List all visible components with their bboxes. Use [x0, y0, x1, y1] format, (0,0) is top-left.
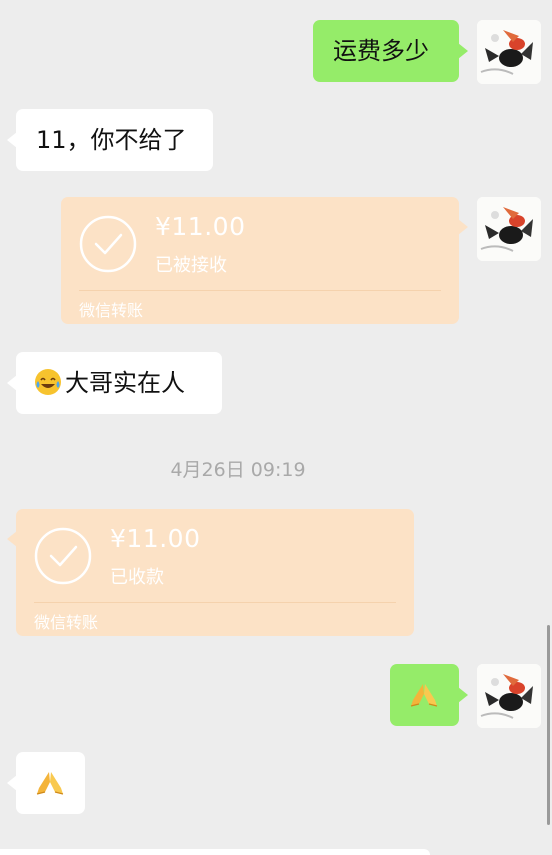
chat-bubble-received[interactable] [7, 752, 85, 814]
transfer-status: 已收款 [110, 567, 164, 588]
timestamp: 4月26日 09:19 [170, 459, 306, 481]
message-text: 大哥实在人 [65, 369, 185, 397]
goldfish-painting-icon [477, 664, 541, 728]
transfer-amount: ¥11.00 [110, 524, 201, 553]
scrollbar[interactable] [547, 625, 550, 825]
transfer-card[interactable]: ¥11.00 已被接收 微信转账 [61, 197, 468, 324]
folded-hands-icon [36, 772, 64, 795]
divider [34, 602, 396, 603]
input-bar-edge [0, 849, 430, 855]
check-circle-icon [79, 215, 137, 273]
avatar[interactable] [477, 197, 541, 261]
check-circle-icon [34, 527, 92, 585]
laughing-crying-face-icon [35, 369, 61, 395]
folded-hands-icon [410, 684, 438, 707]
divider [79, 290, 441, 291]
avatar[interactable] [477, 664, 541, 728]
transfer-status: 已被接收 [155, 255, 227, 276]
goldfish-painting-icon [477, 197, 541, 261]
chat-bubble-sent[interactable]: 运费多少 [313, 20, 468, 82]
chat-bubble-sent[interactable] [390, 664, 468, 726]
chat-bubble-received[interactable]: 大哥实在人 [7, 352, 222, 414]
avatar[interactable] [477, 20, 541, 84]
message-text: 运费多少 [333, 37, 429, 65]
chat-bubble-received[interactable]: 11，你不给了 [7, 109, 213, 171]
transfer-footer-label: 微信转账 [79, 301, 144, 320]
transfer-card[interactable]: ¥11.00 已收款 微信转账 [7, 509, 414, 636]
transfer-amount: ¥11.00 [155, 212, 246, 241]
goldfish-painting-icon [477, 20, 541, 84]
transfer-footer-label: 微信转账 [34, 613, 99, 632]
message-text: 11，你不给了 [36, 126, 187, 154]
